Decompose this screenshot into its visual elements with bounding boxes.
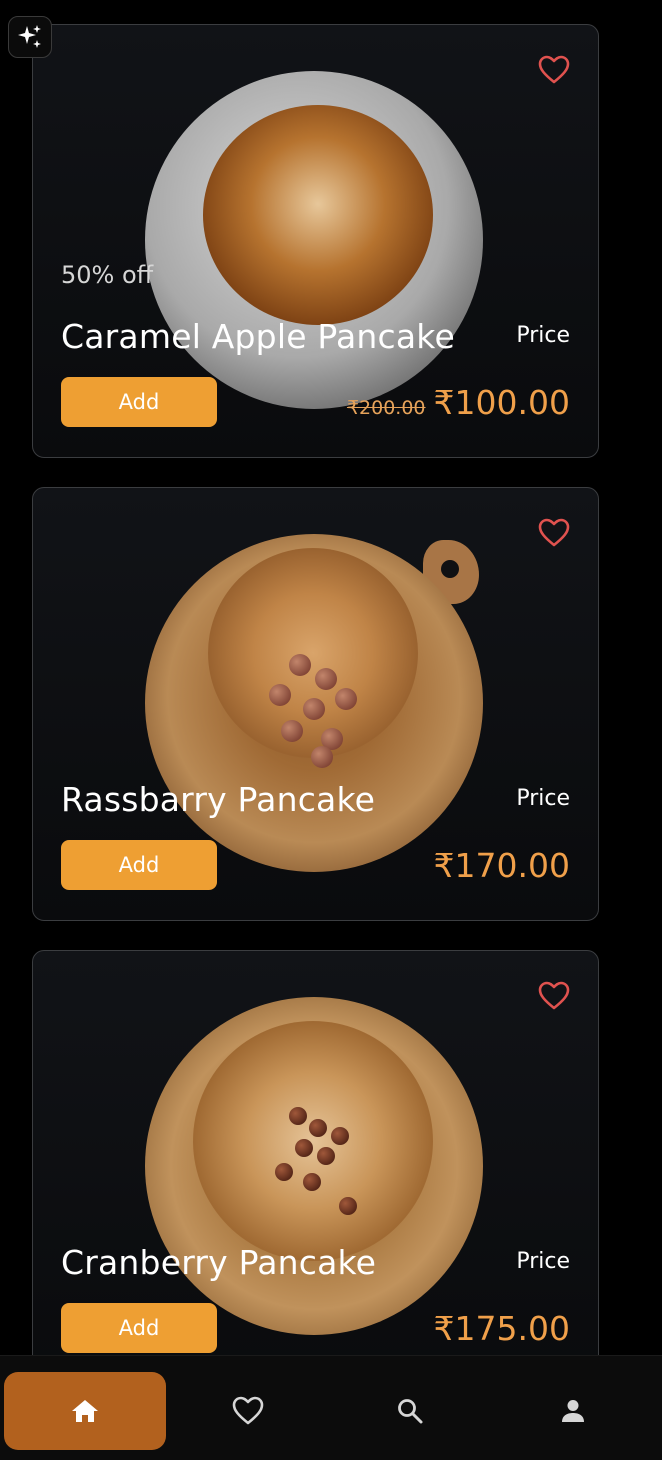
nav-favorites[interactable] (168, 1372, 328, 1450)
home-icon (72, 1400, 98, 1422)
add-button[interactable]: Add (61, 1303, 217, 1353)
berry (311, 746, 333, 768)
berry (275, 1163, 293, 1181)
current-price: ₹100.00 (433, 383, 570, 422)
berry (339, 1197, 357, 1215)
heart-outline-icon[interactable] (538, 518, 570, 548)
add-button[interactable]: Add (61, 840, 217, 890)
berry (289, 1107, 307, 1125)
heart-outline-icon[interactable] (538, 55, 570, 85)
berry (281, 720, 303, 742)
berry (269, 684, 291, 706)
pancake-image (193, 1021, 433, 1261)
pancake-image (203, 105, 433, 325)
sparkle-icon (18, 25, 41, 48)
product-name: Rassbarry Pancake (61, 780, 376, 819)
product-card[interactable]: 50% off Caramel Apple Pancake Price Add … (32, 24, 599, 458)
search-icon (398, 1399, 423, 1424)
berry (335, 688, 357, 710)
nav-home[interactable] (4, 1372, 166, 1450)
berry (315, 668, 337, 690)
product-name: Caramel Apple Pancake (61, 317, 455, 356)
berry (309, 1119, 327, 1137)
berry (289, 654, 311, 676)
price-label: Price (516, 323, 570, 348)
nav-profile[interactable] (492, 1372, 654, 1450)
berry (331, 1127, 349, 1145)
heart-outline-icon[interactable] (538, 981, 570, 1011)
current-price: ₹170.00 (433, 846, 570, 885)
berry (317, 1147, 335, 1165)
product-card[interactable]: Rassbarry Pancake Price Add ₹170.00 (32, 487, 599, 921)
berry (303, 698, 325, 720)
discount-label: 50% off (61, 261, 154, 289)
price-label: Price (516, 786, 570, 811)
heart-outline-icon (232, 1396, 264, 1425)
ai-sparkle-button[interactable] (8, 16, 52, 58)
pancake-image (208, 548, 418, 758)
person-icon (562, 1400, 584, 1422)
berry (295, 1139, 313, 1157)
current-price: ₹175.00 (433, 1309, 570, 1348)
nav-search[interactable] (330, 1372, 490, 1450)
price-row: ₹170.00 (434, 846, 570, 885)
berry (303, 1173, 321, 1191)
bottom-navigation (0, 1355, 662, 1460)
price-row: ₹200.00 ₹100.00 (347, 383, 570, 422)
original-price: ₹200.00 (346, 397, 426, 419)
product-card[interactable]: Cranberry Pancake Price Add ₹175.00 (32, 950, 599, 1384)
product-name: Cranberry Pancake (61, 1243, 377, 1282)
add-button[interactable]: Add (61, 377, 217, 427)
price-label: Price (516, 1249, 570, 1274)
price-row: ₹175.00 (434, 1309, 570, 1348)
menu-screen: 50% off Caramel Apple Pancake Price Add … (0, 0, 662, 1460)
